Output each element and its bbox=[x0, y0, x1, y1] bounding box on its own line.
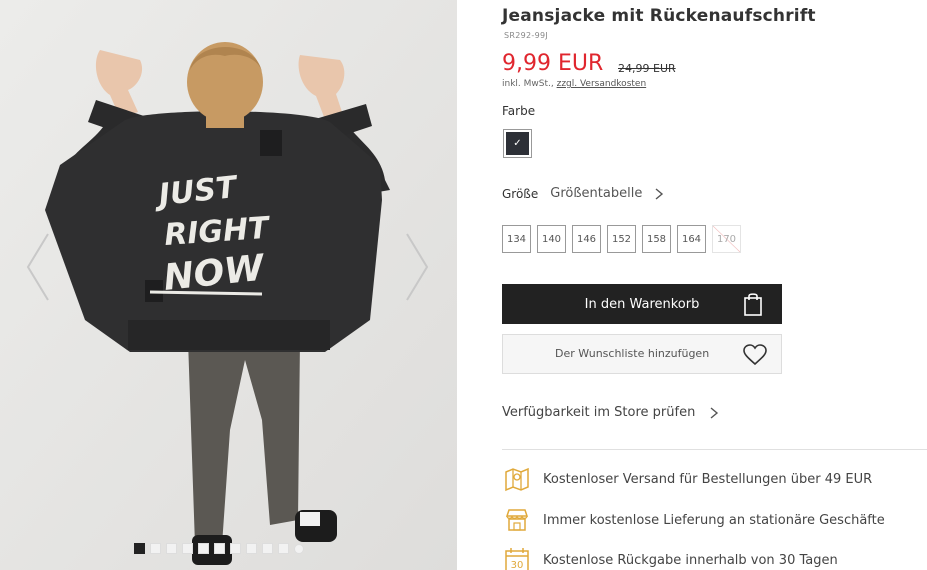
tax-text: inkl. MwSt., bbox=[502, 79, 557, 89]
benefit-free-returns: 30 Kostenlose Rückgabe innerhalb von 30 … bbox=[504, 547, 838, 570]
chevron-left-icon bbox=[26, 233, 49, 301]
gallery-dot[interactable] bbox=[198, 543, 209, 554]
size-option-146[interactable]: 146 bbox=[572, 225, 601, 253]
chevron-right-icon bbox=[710, 406, 719, 419]
gallery-dot[interactable] bbox=[150, 543, 161, 554]
gallery-dot[interactable] bbox=[214, 543, 225, 554]
gallery-dot[interactable] bbox=[182, 543, 193, 554]
store-availability-label: Verfügbarkeit im Store prüfen bbox=[502, 405, 696, 420]
add-to-cart-label: In den Warenkorb bbox=[584, 296, 700, 312]
size-option-170-unavailable[interactable]: 170 bbox=[712, 225, 741, 253]
old-price: 24,99 EUR bbox=[618, 62, 676, 75]
product-title: Jeansjacke mit Rückenaufschrift bbox=[502, 6, 816, 26]
product-photo: JUST RIGHT NOW bbox=[0, 0, 457, 570]
gallery-dot[interactable] bbox=[294, 544, 304, 554]
calendar-badge: 30 bbox=[511, 560, 524, 570]
size-option-164[interactable]: 164 bbox=[677, 225, 706, 253]
wishlist-label: Der Wunschliste hinzufügen bbox=[555, 347, 710, 360]
size-options: 134 140 146 152 158 164 170 bbox=[502, 225, 741, 253]
benefit-text: Kostenlose Rückgabe innerhalb von 30 Tag… bbox=[543, 552, 838, 568]
size-option-134[interactable]: 134 bbox=[502, 225, 531, 253]
color-swatch-selected[interactable]: ✓ bbox=[503, 129, 532, 158]
size-label: Größe bbox=[502, 186, 539, 201]
gallery-dot[interactable] bbox=[166, 543, 177, 554]
size-option-140[interactable]: 140 bbox=[537, 225, 566, 253]
benefit-text: Immer kostenlose Lieferung an stationäre… bbox=[543, 512, 885, 528]
product-image-gallery: JUST RIGHT NOW bbox=[0, 0, 457, 570]
gallery-prev-button[interactable] bbox=[26, 232, 50, 302]
product-details: Jeansjacke mit Rückenaufschrift SR292-99… bbox=[502, 0, 927, 570]
shopping-bag-icon bbox=[744, 293, 762, 316]
chevron-right-icon bbox=[406, 233, 429, 301]
add-to-cart-button[interactable]: In den Warenkorb bbox=[502, 284, 782, 324]
print-line-2: RIGHT bbox=[163, 211, 272, 253]
gallery-pagination bbox=[134, 543, 304, 554]
chevron-right-icon[interactable] bbox=[654, 187, 664, 200]
divider bbox=[502, 449, 927, 450]
gallery-next-button[interactable] bbox=[405, 232, 429, 302]
store-icon bbox=[505, 509, 529, 531]
gallery-dot[interactable] bbox=[230, 543, 241, 554]
benefit-free-shipping: Kostenloser Versand für Bestellungen übe… bbox=[504, 466, 872, 492]
size-table-link[interactable]: Größentabelle bbox=[550, 186, 642, 201]
size-option-152[interactable]: 152 bbox=[607, 225, 636, 253]
size-header: Größe Größentabelle bbox=[502, 186, 664, 201]
add-to-wishlist-button[interactable]: Der Wunschliste hinzufügen bbox=[502, 334, 782, 374]
color-label: Farbe bbox=[502, 104, 536, 118]
calendar-30-icon: 30 bbox=[505, 548, 529, 570]
size-option-158[interactable]: 158 bbox=[642, 225, 671, 253]
benefit-store-delivery: Immer kostenlose Lieferung an stationäre… bbox=[504, 507, 885, 533]
gallery-dot[interactable] bbox=[278, 543, 289, 554]
tax-info: inkl. MwSt., zzgl. Versandkosten bbox=[502, 79, 646, 89]
check-icon: ✓ bbox=[506, 132, 529, 155]
shipping-map-icon bbox=[505, 467, 529, 492]
benefit-text: Kostenloser Versand für Bestellungen übe… bbox=[543, 471, 873, 487]
heart-icon bbox=[743, 344, 767, 366]
store-availability-link[interactable]: Verfügbarkeit im Store prüfen bbox=[502, 405, 719, 420]
current-price: 9,99 EUR bbox=[502, 51, 604, 76]
gallery-dot[interactable] bbox=[262, 543, 273, 554]
gallery-dot[interactable] bbox=[246, 543, 257, 554]
gallery-dot[interactable] bbox=[134, 543, 145, 554]
shipping-costs-link[interactable]: zzgl. Versandkosten bbox=[557, 79, 647, 89]
product-sku: SR292-99J bbox=[504, 31, 549, 40]
